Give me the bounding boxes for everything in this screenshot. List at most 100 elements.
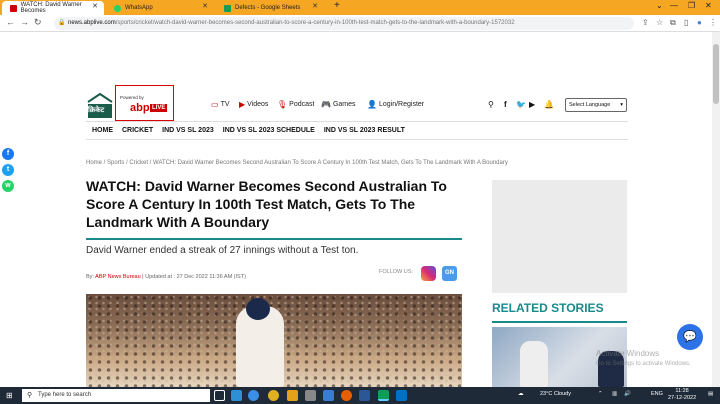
breadcrumb[interactable]: Home / Sports / Cricket / WATCH: David W… <box>86 160 508 166</box>
language-select[interactable]: Select Language ▾ <box>565 98 627 112</box>
activate-windows-watermark: Activate Windows Go to Settings to activ… <box>596 349 691 369</box>
main-navigation: HOME CRICKET IND VS SL 2023 IND VS SL 20… <box>86 121 628 140</box>
abp-brand: abp <box>130 102 150 114</box>
notification-bell-icon[interactable]: 🔔 <box>544 100 554 109</box>
share-twitter-icon[interactable]: t <box>2 164 14 176</box>
follow-us-label: FOLLOW US: <box>379 269 413 275</box>
outlook-icon[interactable] <box>396 390 407 401</box>
byline-prefix: By: <box>86 274 96 280</box>
tab-whatsapp[interactable]: WhatsApp ✕ <box>106 1 214 15</box>
taskbar-clock[interactable]: 11:28 27-12-2022 <box>668 388 696 402</box>
extensions-icon[interactable]: ⧉ <box>670 18 676 28</box>
reload-icon[interactable]: ↻ <box>34 17 42 28</box>
videos-link[interactable]: ▶ Videos <box>239 100 268 109</box>
app-icon-2[interactable] <box>323 390 334 401</box>
chrome-active-icon[interactable] <box>378 390 389 401</box>
menu-kebab-icon[interactable]: ⋮ <box>709 18 717 27</box>
address-bar-row: ← → ↻ 🔒 news.abplive.com/sports/cricket/… <box>0 15 720 32</box>
chrome-icon[interactable] <box>268 390 279 401</box>
close-tab-icon[interactable]: ✕ <box>312 2 318 10</box>
search-icon[interactable]: ⚲ <box>488 100 494 109</box>
related-player-1 <box>520 341 548 387</box>
top-ad-space <box>0 32 712 88</box>
search-placeholder: Type here to search <box>38 392 92 398</box>
google-news-icon[interactable]: GN <box>442 266 457 281</box>
facebook-icon[interactable]: f <box>504 100 507 109</box>
related-stories-heading: RELATED STORIES <box>492 301 604 315</box>
sidebar-icon[interactable]: ▯ <box>684 18 688 27</box>
games-label: Games <box>332 101 356 108</box>
nav-ind-vs-sl-2023[interactable]: IND VS SL 2023 <box>162 127 214 134</box>
instagram-icon[interactable] <box>421 266 436 281</box>
maximize-icon[interactable]: ❐ <box>688 1 695 10</box>
tab-label: WhatsApp <box>125 5 153 11</box>
new-tab-button[interactable]: + <box>334 0 340 11</box>
nav-home[interactable]: HOME <box>92 127 113 134</box>
url-input[interactable]: 🔒 news.abplive.com/sports/cricket/watch-… <box>54 17 634 30</box>
profile-icon[interactable]: ● <box>697 18 702 27</box>
url-path: /sports/cricket/watch-david-warner-becom… <box>115 20 515 26</box>
powered-by-abp-badge[interactable]: Powered by abp LIVE <box>115 85 174 121</box>
tab-label: Defects - Google Sheets <box>235 5 301 11</box>
video-icon: ▶ <box>239 100 246 109</box>
whatsapp-favicon-icon <box>114 4 121 12</box>
close-window-icon[interactable]: ✕ <box>705 1 712 10</box>
clock-date: 27-12-2022 <box>668 395 697 401</box>
twitter-icon[interactable]: 🐦 <box>516 100 526 109</box>
task-view-icon[interactable] <box>214 390 225 401</box>
tray-chevron-icon[interactable]: ⌃ <box>598 391 603 397</box>
close-tab-icon[interactable]: ✕ <box>92 2 98 10</box>
minimize-icon[interactable]: — <box>670 1 678 10</box>
live-badge: LIVE <box>150 104 168 112</box>
edge-icon[interactable] <box>248 390 259 401</box>
headline-divider <box>86 238 462 240</box>
windows-taskbar: ⊞ ⚲ Type here to search ☁ 23°C Cloudy ⌃ … <box>0 387 720 404</box>
word-icon[interactable] <box>359 390 370 401</box>
tv-link[interactable]: ▭ TV <box>211 100 230 109</box>
tab-google-sheets[interactable]: Defects - Google Sheets ✕ <box>216 1 324 15</box>
close-tab-icon[interactable]: ✕ <box>202 2 208 10</box>
powered-by-label: Powered by <box>120 95 144 100</box>
network-icon[interactable]: ▥ <box>612 391 617 397</box>
language-indicator[interactable]: ENG <box>651 391 663 397</box>
podcast-link[interactable]: 🎙 Podcast <box>277 100 314 109</box>
bookmark-star-icon[interactable]: ☆ <box>656 18 663 27</box>
forward-icon[interactable]: → <box>20 17 29 27</box>
games-link[interactable]: 🎮 Games <box>321 100 356 109</box>
gamepad-icon: 🎮 <box>321 100 331 109</box>
tab-search-icon[interactable]: ⌄ <box>656 1 663 10</box>
tv-icon: ▭ <box>211 100 219 109</box>
notifications-icon[interactable]: ▤ <box>708 391 713 397</box>
search-icon: ⚲ <box>27 392 33 399</box>
sheets-favicon-icon <box>224 4 231 12</box>
tab-abplive[interactable]: WATCH: David Warner Becomes ✕ <box>2 1 104 15</box>
author-link[interactable]: ABP News Bureau <box>95 274 140 280</box>
nav-schedule[interactable]: IND VS SL 2023 SCHEDULE <box>223 127 315 134</box>
share-facebook-icon[interactable]: f <box>2 148 14 160</box>
youtube-icon[interactable]: ▶ <box>529 100 535 109</box>
back-icon[interactable]: ← <box>6 17 15 27</box>
share-icon[interactable]: ⇪ <box>642 18 649 27</box>
weather-icon[interactable]: ☁ <box>518 391 524 397</box>
scrollbar-thumb[interactable] <box>713 44 719 104</box>
firefox-icon[interactable] <box>341 390 352 401</box>
language-select-label: Select Language <box>569 102 611 108</box>
logo-text: क्रिकेट <box>88 107 105 114</box>
weather-text[interactable]: 23°C Cloudy <box>540 391 571 397</box>
taskbar-search-box[interactable]: ⚲ Type here to search <box>22 389 210 402</box>
browser-tab-bar: WATCH: David Warner Becomes ✕ WhatsApp ✕… <box>0 0 720 15</box>
nav-result[interactable]: IND VS SL 2023 RESULT <box>324 127 405 134</box>
chat-bubble-icon[interactable]: 💬 <box>677 324 703 350</box>
updated-timestamp: | Updated at : 27 Dec 2022 11:36 AM (IST… <box>140 274 246 280</box>
related-divider <box>492 321 627 323</box>
abp-favicon-icon <box>10 4 17 12</box>
page-scrollbar[interactable] <box>712 32 720 387</box>
vscode-icon[interactable] <box>231 390 242 401</box>
file-explorer-icon[interactable] <box>287 390 298 401</box>
share-whatsapp-icon[interactable]: w <box>2 180 14 192</box>
windows-start-icon[interactable]: ⊞ <box>6 391 13 400</box>
login-register-link[interactable]: 👤 Login/Register <box>367 100 424 109</box>
app-icon[interactable] <box>305 390 316 401</box>
volume-icon[interactable]: 🔊 <box>624 391 631 397</box>
nav-cricket[interactable]: CRICKET <box>122 127 153 134</box>
